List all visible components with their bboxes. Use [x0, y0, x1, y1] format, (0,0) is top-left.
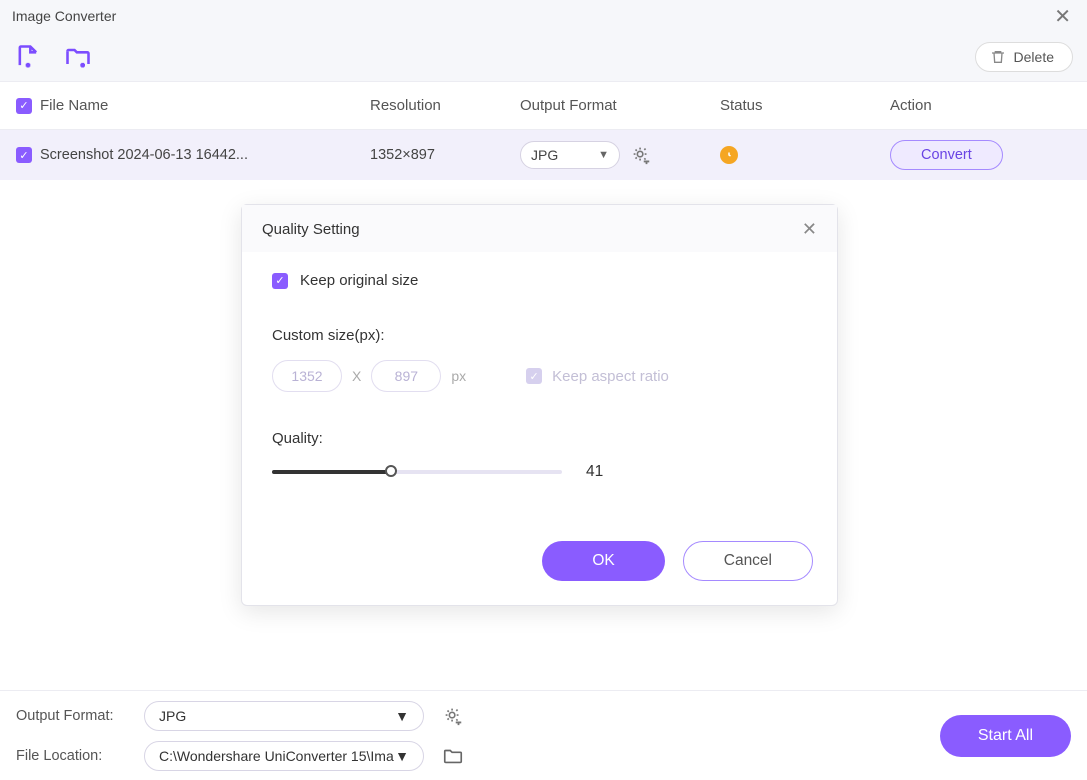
start-all-button[interactable]: Start All — [940, 715, 1071, 757]
format-select[interactable]: JPG ▼ — [520, 141, 620, 169]
file-location-label: File Location: — [16, 748, 126, 764]
col-resolution: Resolution — [370, 97, 520, 114]
width-input[interactable] — [272, 360, 342, 392]
ok-button[interactable]: OK — [542, 541, 664, 581]
chevron-down-icon: ▼ — [395, 748, 409, 764]
x-separator: X — [352, 368, 361, 384]
status-pending-icon — [720, 146, 738, 164]
px-label: px — [451, 368, 466, 384]
chevron-down-icon: ▼ — [395, 708, 409, 724]
add-file-icon[interactable] — [14, 43, 42, 71]
table-row: ✓ Screenshot 2024-06-13 16442... 1352×89… — [0, 130, 1087, 180]
slider-fill — [272, 470, 391, 474]
close-icon[interactable]: ✕ — [1050, 4, 1075, 29]
aspect-ratio-label: Keep aspect ratio — [552, 368, 669, 385]
dialog-close-icon[interactable]: ✕ — [802, 219, 817, 240]
select-all-checkbox[interactable]: ✓ — [16, 98, 32, 114]
file-location-select[interactable]: C:\Wondershare UniConverter 15\Ima ▼ — [144, 741, 424, 771]
delete-button[interactable]: Delete — [975, 42, 1073, 72]
keep-original-label: Keep original size — [300, 272, 418, 289]
file-resolution: 1352×897 — [370, 147, 520, 163]
col-name: File Name — [40, 97, 370, 114]
file-name: Screenshot 2024-06-13 16442... — [40, 147, 370, 163]
chevron-down-icon: ▼ — [598, 149, 609, 161]
file-location-value: C:\Wondershare UniConverter 15\Ima — [159, 748, 394, 764]
custom-size-label: Custom size(px): — [272, 327, 807, 344]
delete-label: Delete — [1014, 49, 1054, 65]
col-format: Output Format — [520, 97, 720, 114]
convert-button[interactable]: Convert — [890, 140, 1003, 170]
cancel-button[interactable]: Cancel — [683, 541, 813, 581]
row-checkbox[interactable]: ✓ — [16, 147, 32, 163]
toolbar: Delete — [0, 32, 1087, 82]
output-format-label: Output Format: — [16, 708, 126, 724]
add-folder-icon[interactable] — [64, 43, 92, 71]
aspect-ratio-checkbox[interactable]: ✓ — [526, 368, 542, 384]
quality-value: 41 — [586, 463, 603, 481]
output-format-select[interactable]: JPG ▼ — [144, 701, 424, 731]
format-value: JPG — [531, 147, 558, 163]
quality-label: Quality: — [272, 430, 807, 447]
open-folder-icon[interactable] — [442, 745, 464, 767]
output-format-value: JPG — [159, 708, 186, 724]
dialog-title: Quality Setting — [262, 221, 360, 238]
settings-icon[interactable] — [630, 144, 652, 166]
window-title: Image Converter — [12, 8, 116, 24]
trash-icon — [990, 49, 1006, 65]
col-status: Status — [720, 97, 890, 114]
table-header: ✓ File Name Resolution Output Format Sta… — [0, 82, 1087, 130]
slider-thumb[interactable] — [385, 465, 397, 477]
bottom-bar: Output Format: JPG ▼ File Location: C:\W… — [0, 690, 1087, 780]
quality-setting-dialog: Quality Setting ✕ ✓ Keep original size C… — [241, 204, 838, 606]
height-input[interactable] — [371, 360, 441, 392]
keep-original-checkbox[interactable]: ✓ — [272, 273, 288, 289]
titlebar: Image Converter ✕ — [0, 0, 1087, 32]
quality-slider[interactable] — [272, 470, 562, 474]
col-action: Action — [890, 97, 1071, 114]
output-settings-icon[interactable] — [442, 705, 464, 727]
